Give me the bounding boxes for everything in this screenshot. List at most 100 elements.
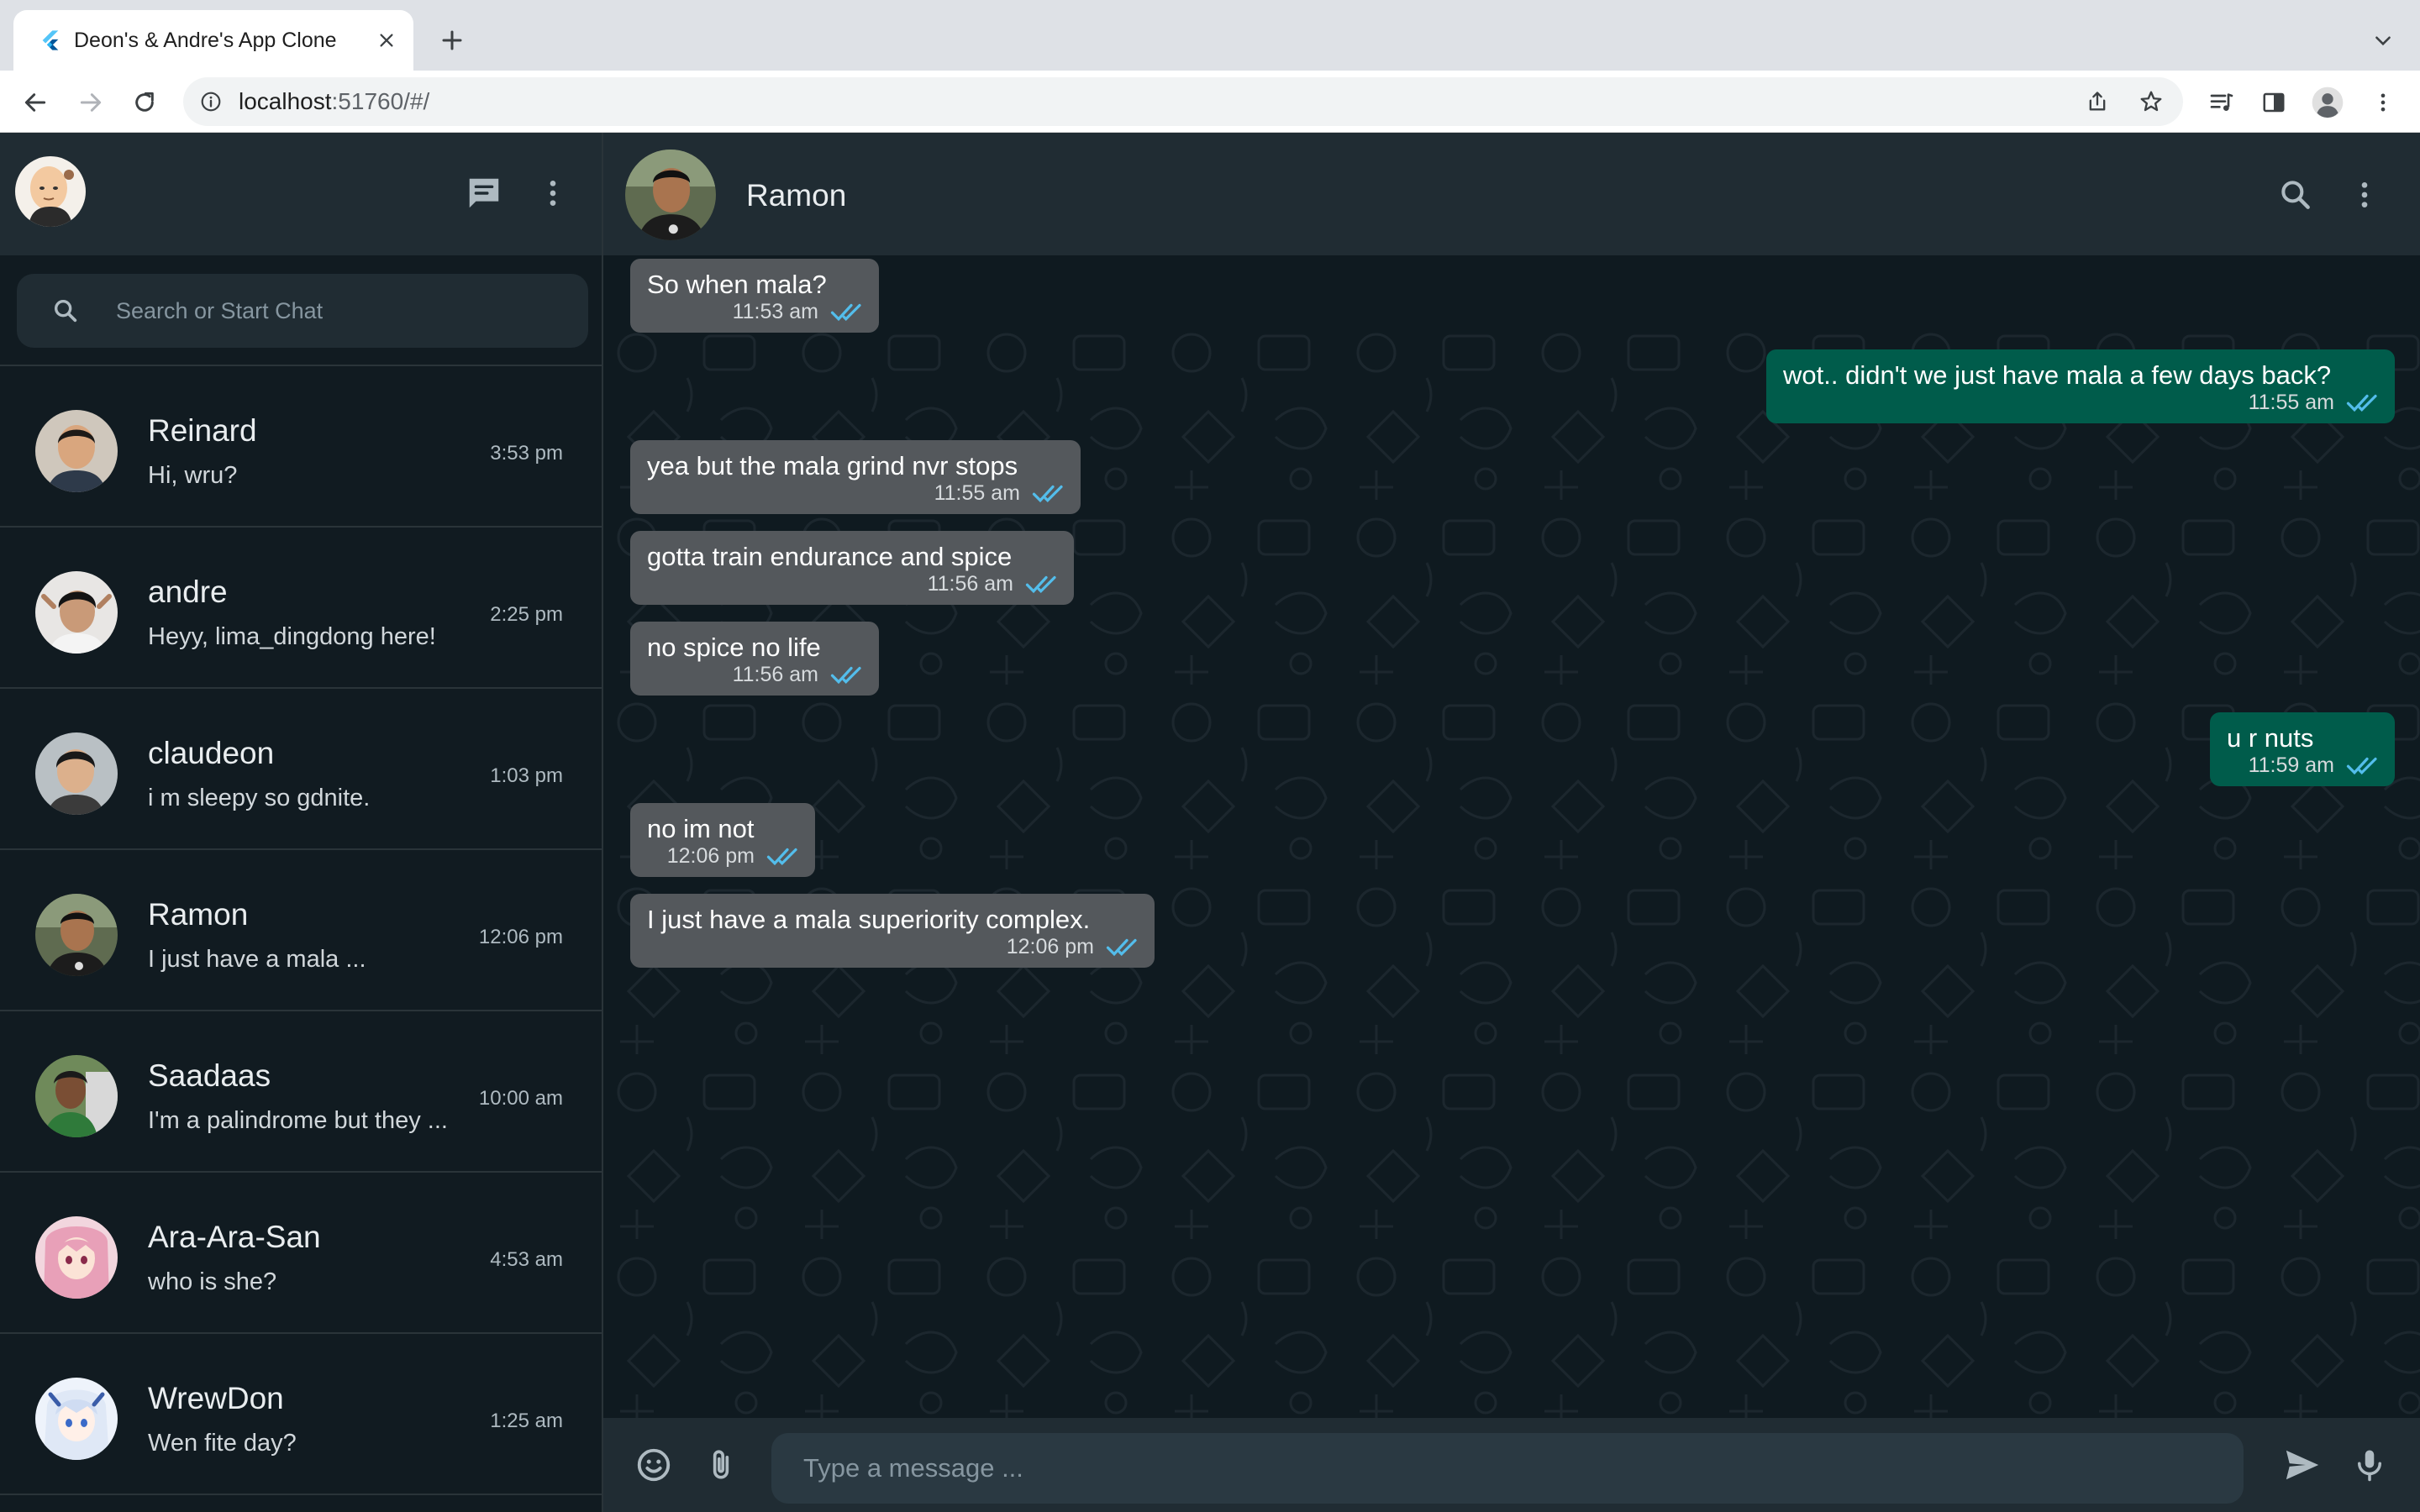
- chat-list-item-ramon[interactable]: Ramon I just have a mala ... 12:06 pm: [0, 850, 602, 1011]
- incoming-message[interactable]: no spice no life 11:56 am: [630, 622, 879, 696]
- new-chat-icon[interactable]: [462, 171, 506, 215]
- bookmark-star-icon[interactable]: [2133, 83, 2170, 120]
- url-host: localhost: [239, 88, 332, 114]
- message-time: 11:56 am: [927, 572, 1013, 596]
- browser-tab-bar: Deon's & Andre's App Clone: [0, 0, 2420, 71]
- chat-name: Ramon: [148, 897, 249, 932]
- read-double-check-icon: [766, 848, 797, 866]
- message-input[interactable]: [803, 1433, 2215, 1504]
- search-icon: [47, 292, 84, 329]
- read-double-check-icon: [1106, 938, 1137, 957]
- outgoing-message[interactable]: u r nuts 11:59 am: [2210, 712, 2395, 786]
- chrome-menu-kebab-icon[interactable]: [2365, 84, 2402, 121]
- message-time: 11:56 am: [732, 663, 818, 686]
- incoming-message[interactable]: gotta train endurance and spice 11:56 am: [630, 531, 1074, 605]
- url-path: :51760/#/: [331, 88, 430, 114]
- message-time: 11:59 am: [2248, 753, 2334, 777]
- message-text: yea but the mala grind nvr stops: [647, 451, 1018, 480]
- sidebar-header: [0, 133, 602, 255]
- microphone-icon[interactable]: [2348, 1443, 2391, 1487]
- chat-name: claudeon: [148, 736, 275, 770]
- chat-last-message: Wen fite day?: [148, 1430, 297, 1457]
- media-queue-icon[interactable]: [2203, 84, 2240, 121]
- search-icon[interactable]: [2274, 173, 2317, 217]
- sidebar-menu-kebab-icon[interactable]: [531, 171, 575, 215]
- new-tab-plus-icon[interactable]: [434, 22, 471, 59]
- read-double-check-icon: [2346, 394, 2377, 412]
- incoming-message[interactable]: I just have a mala superiority complex. …: [630, 894, 1155, 968]
- message-text: So when mala?: [647, 270, 827, 299]
- incoming-message[interactable]: So when mala? 11:53 am: [630, 259, 879, 333]
- message-text: no im not: [647, 814, 755, 843]
- message-text: no spice no life: [647, 633, 821, 662]
- browser-toolbar: localhost:51760/#/: [0, 71, 2420, 133]
- side-panel-icon[interactable]: [2255, 84, 2292, 121]
- message-time: 11:53 am: [732, 300, 818, 323]
- avatar: [35, 732, 118, 815]
- tab-search-chevron-icon[interactable]: [2366, 24, 2400, 57]
- incoming-message[interactable]: yea but the mala grind nvr stops 11:55 a…: [630, 440, 1081, 514]
- chat-last-message: I just have a mala ...: [148, 946, 366, 973]
- message-input-box: [771, 1433, 2244, 1504]
- read-double-check-icon: [2346, 757, 2377, 775]
- chat-name: Saadaas: [148, 1058, 271, 1093]
- chat-time: 3:53 pm: [490, 442, 563, 465]
- chat-time: 2:25 pm: [490, 603, 563, 626]
- chat-time: 1:03 pm: [490, 764, 563, 787]
- chat-last-message: I'm a palindrome but they ...: [148, 1107, 448, 1134]
- close-tab-icon[interactable]: [370, 24, 403, 57]
- chat-list-item-andre[interactable]: andre Heyy, lima_dingdong here! 2:25 pm: [0, 528, 602, 689]
- conversation-header: Ramon: [603, 133, 2420, 255]
- contact-name: Ramon: [746, 178, 847, 213]
- chat-list-item-saadaas[interactable]: Saadaas I'm a palindrome but they ... 10…: [0, 1011, 602, 1173]
- chat-time: 4:53 am: [490, 1248, 563, 1271]
- search-input[interactable]: [116, 274, 570, 348]
- chat-time: 1:25 am: [490, 1410, 563, 1432]
- chat-name: andre: [148, 575, 228, 609]
- attach-paperclip-icon[interactable]: [699, 1443, 743, 1487]
- avatar: [35, 1055, 118, 1137]
- profile-avatar-icon[interactable]: [2309, 84, 2346, 121]
- read-double-check-icon: [1032, 485, 1063, 503]
- message-time: 12:06 pm: [1006, 935, 1094, 958]
- incoming-message[interactable]: no im not 12:06 pm: [630, 803, 815, 877]
- chat-name: Ara-Ara-San: [148, 1220, 321, 1254]
- message-time: 11:55 am: [934, 481, 1020, 505]
- message-text: gotta train endurance and spice: [647, 542, 1013, 571]
- avatar: [35, 894, 118, 976]
- chat-list-item-reinard[interactable]: Reinard Hi, wru? 3:53 pm: [0, 366, 602, 528]
- conversation-panel: Ramon So when mala? 11:53 am wot.. didn'…: [603, 133, 2420, 1512]
- site-info-icon[interactable]: [197, 87, 225, 116]
- chat-sidebar: Reinard Hi, wru? 3:53 pm andre Heyy, lim…: [0, 133, 603, 1512]
- chat-list-item-ara-ara-san[interactable]: Ara-Ara-San who is she? 4:53 am: [0, 1173, 602, 1334]
- message-text: u r nuts: [2227, 723, 2314, 753]
- my-profile-avatar[interactable]: [15, 156, 86, 227]
- outgoing-message[interactable]: wot.. didn't we just have mala a few day…: [1766, 349, 2395, 423]
- emoji-icon[interactable]: [632, 1443, 676, 1487]
- tab-title: Deon's & Andre's App Clone: [74, 29, 337, 52]
- message-text: wot.. didn't we just have mala a few day…: [1783, 360, 2332, 390]
- avatar: [35, 410, 118, 492]
- forward-arrow-icon[interactable]: [72, 84, 109, 121]
- chat-list-item-claudeon[interactable]: claudeon i m sleepy so gdnite. 1:03 pm: [0, 689, 602, 850]
- message-time: 11:55 am: [2248, 391, 2334, 414]
- chat-time: 12:06 pm: [478, 926, 563, 948]
- read-double-check-icon: [1025, 575, 1056, 594]
- conversation-menu-kebab-icon[interactable]: [2343, 173, 2386, 217]
- back-arrow-icon[interactable]: [17, 84, 54, 121]
- read-double-check-icon: [830, 666, 861, 685]
- avatar: [35, 1216, 118, 1299]
- reload-icon[interactable]: [126, 84, 163, 121]
- chat-last-message: Hi, wru?: [148, 462, 238, 489]
- send-icon[interactable]: [2281, 1443, 2324, 1487]
- chat-list-item-wrewdon[interactable]: WrewDon Wen fite day? 1:25 am: [0, 1334, 602, 1495]
- avatar: [35, 571, 118, 654]
- share-icon[interactable]: [2079, 83, 2116, 120]
- browser-tab[interactable]: Deon's & Andre's App Clone: [13, 10, 413, 71]
- chat-last-message: who is she?: [148, 1268, 277, 1295]
- search-bar: [17, 274, 588, 348]
- chat-last-message: Heyy, lima_dingdong here!: [148, 623, 436, 650]
- whatsapp-clone-app: Reinard Hi, wru? 3:53 pm andre Heyy, lim…: [0, 133, 2420, 1512]
- contact-avatar[interactable]: [625, 150, 716, 240]
- address-bar[interactable]: localhost:51760/#/: [183, 77, 2183, 126]
